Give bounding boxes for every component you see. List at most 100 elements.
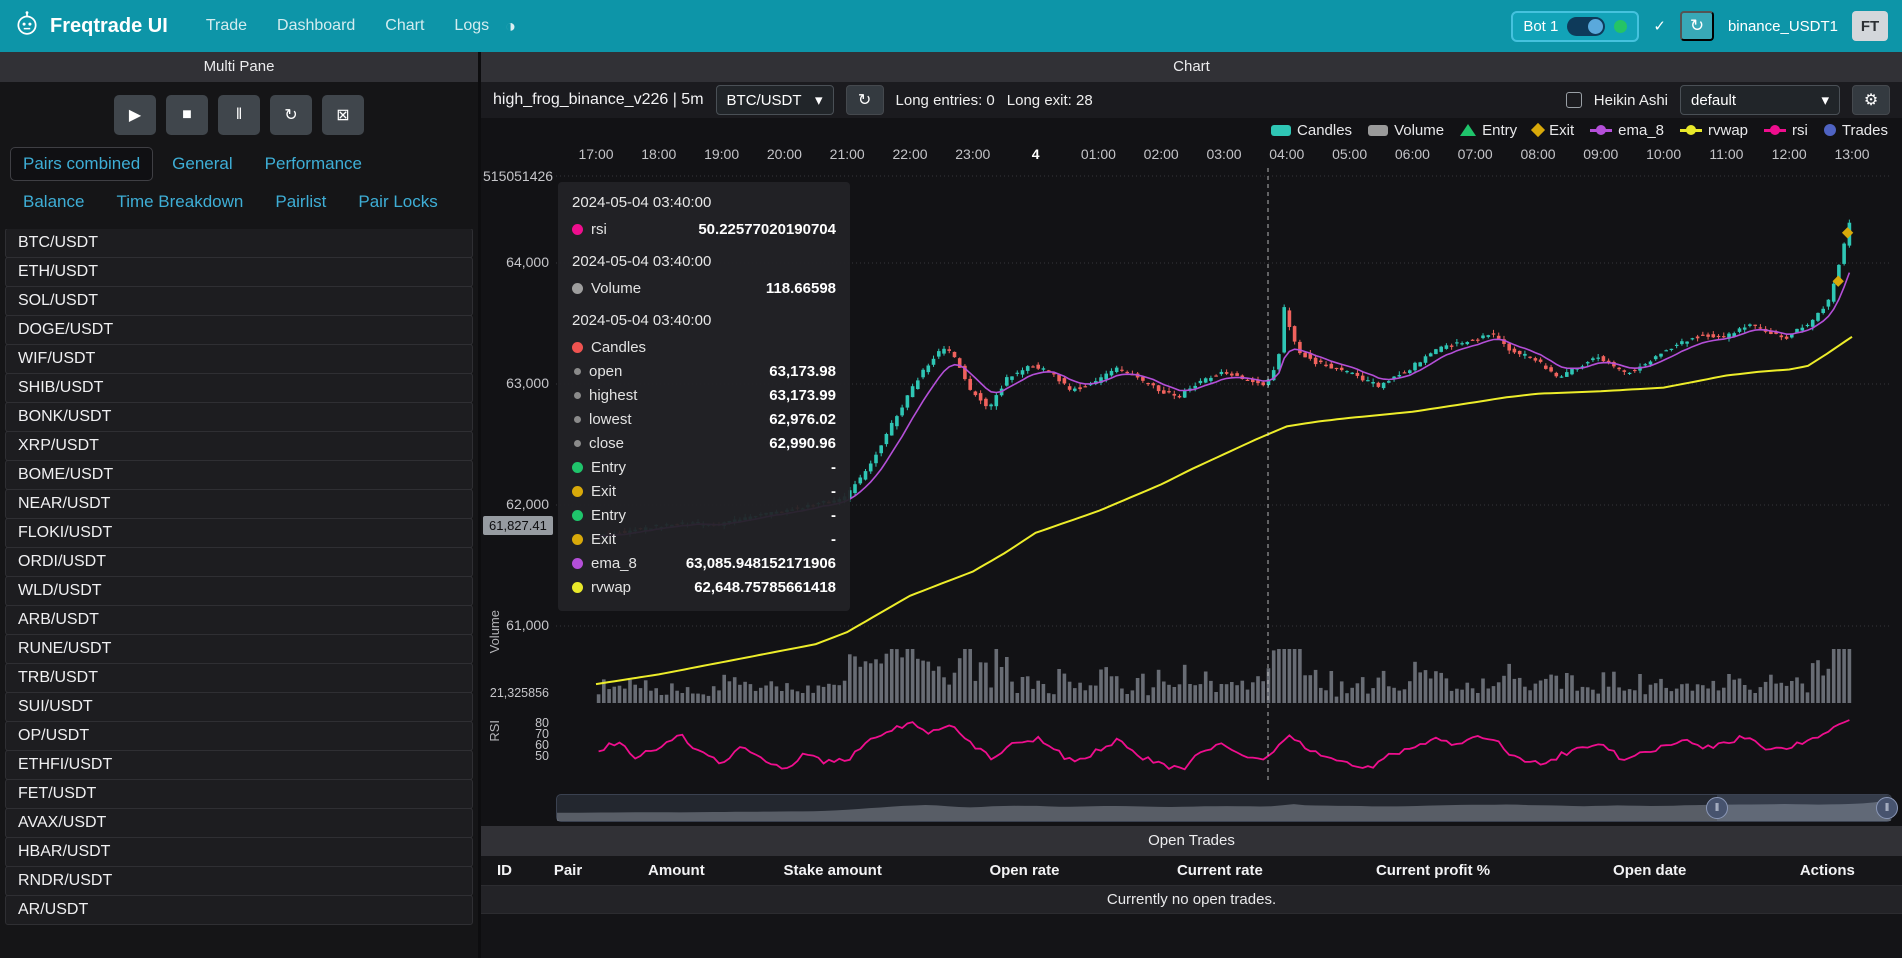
pair-item[interactable]: AVAX/USDT [5, 808, 473, 838]
entry-legend-icon [1460, 124, 1476, 136]
price-tick: 63,000 [483, 375, 549, 391]
nav-link-dashboard[interactable]: Dashboard [277, 17, 355, 35]
tab-general[interactable]: General [159, 147, 245, 181]
pair-item[interactable]: RUNE/USDT [5, 634, 473, 664]
rsi-tick: 50 [483, 749, 549, 763]
pair-item[interactable]: SUI/USDT [5, 692, 473, 722]
nav-link-trade[interactable]: Trade [206, 17, 247, 35]
tooltip-row: Exit- [572, 479, 836, 503]
tooltip-row: ema_863,085.948152171906 [572, 551, 836, 575]
tab-pairlist[interactable]: Pairlist [262, 185, 339, 219]
app-title: Freqtrade UI [50, 15, 168, 38]
pair-item[interactable]: TRB/USDT [5, 663, 473, 693]
reload-config-button[interactable]: ↻ [270, 95, 312, 135]
time-tick: 03:00 [1206, 146, 1241, 162]
navigator-window[interactable] [1717, 795, 1891, 821]
tooltip-series-value: 63,173.98 [769, 363, 836, 380]
time-tick: 02:00 [1144, 146, 1179, 162]
pair-item[interactable]: NEAR/USDT [5, 489, 473, 519]
tab-performance[interactable]: Performance [252, 147, 375, 181]
pair-item[interactable]: ORDI/USDT [5, 547, 473, 577]
main-layout: Multi Pane ▶ ■ ‖ ↻ ⊠ Pairs combinedGener… [0, 52, 1902, 958]
time-tick: 12:00 [1772, 146, 1807, 162]
tooltip-series-label: close [589, 435, 624, 452]
tab-pair-locks[interactable]: Pair Locks [345, 185, 450, 219]
user-avatar[interactable]: FT [1852, 11, 1888, 41]
legend-item-ema_8[interactable]: ema_8 [1590, 122, 1664, 139]
pair-item[interactable]: OP/USDT [5, 721, 473, 751]
legend-item-entry[interactable]: Entry [1460, 122, 1517, 139]
bot-status-dot [1614, 20, 1627, 33]
pair-item[interactable]: RNDR/USDT [5, 866, 473, 896]
series-color-dot [574, 440, 581, 447]
heikin-ashi-checkbox[interactable] [1566, 92, 1582, 108]
rvwap-legend-icon [1680, 129, 1702, 132]
pair-item[interactable]: DOGE/USDT [5, 315, 473, 345]
plot-settings-button[interactable]: ⚙ [1852, 85, 1890, 115]
tooltip-section: 2024-05-04 03:40:00 rsi50.22577020190704 [572, 194, 836, 241]
pair-item[interactable]: BOME/USDT [5, 460, 473, 490]
pair-item[interactable]: WIF/USDT [5, 344, 473, 374]
axis-top-label: 515051426 [483, 168, 553, 184]
legend-item-rsi[interactable]: rsi [1764, 122, 1808, 139]
time-tick: 17:00 [578, 146, 613, 162]
navigator-left-handle[interactable]: ‖ [1706, 797, 1728, 819]
tooltip-series-label: Exit [591, 531, 616, 548]
navigator-right-handle[interactable]: ‖ [1876, 797, 1898, 819]
volume-axis-label: 21,325856 [483, 686, 549, 700]
forget-trades-button[interactable]: ⊠ [322, 95, 364, 135]
tooltip-row: open63,173.98 [572, 359, 836, 383]
play-button[interactable]: ▶ [114, 95, 156, 135]
theme-toggle-icon[interactable]: ◑ [505, 16, 516, 37]
pair-select[interactable]: BTC/USDT ▾ [716, 85, 834, 115]
global-refresh-button[interactable]: ↻ [1680, 11, 1714, 41]
nav-link-chart[interactable]: Chart [385, 17, 424, 35]
pair-item[interactable]: ARB/USDT [5, 605, 473, 635]
legend-item-volume[interactable]: Volume [1368, 122, 1444, 139]
pair-item[interactable]: FLOKI/USDT [5, 518, 473, 548]
chart-body[interactable]: 17:0018:0019:0020:0021:0022:0023:00401:0… [481, 142, 1902, 826]
legend-label: rvwap [1708, 122, 1748, 139]
brand[interactable]: Freqtrade UI [14, 10, 168, 42]
legend-item-rvwap[interactable]: rvwap [1680, 122, 1748, 139]
tooltip-row: rsi50.22577020190704 [572, 217, 836, 241]
tooltip-date: 2024-05-04 03:40:00 [572, 253, 836, 270]
tooltip-date: 2024-05-04 03:40:00 [572, 194, 836, 211]
pause-button[interactable]: ‖ [218, 95, 260, 135]
series-color-dot [572, 462, 583, 473]
long-entries-label: Long entries: 0 [896, 92, 995, 109]
pair-item[interactable]: AR/USDT [5, 895, 473, 925]
legend-item-trades[interactable]: Trades [1824, 122, 1888, 139]
bot-toggle[interactable] [1567, 17, 1605, 36]
legend-item-exit[interactable]: Exit [1533, 122, 1574, 139]
stop-button[interactable]: ■ [166, 95, 208, 135]
tooltip-section: 2024-05-04 03:40:00Volume118.66598 [572, 253, 836, 300]
time-tick: 23:00 [955, 146, 990, 162]
pair-item[interactable]: ETH/USDT [5, 257, 473, 287]
chart-refresh-button[interactable]: ↻ [846, 85, 884, 115]
pair-item[interactable]: HBAR/USDT [5, 837, 473, 867]
pair-item[interactable]: BTC/USDT [5, 229, 473, 258]
bot-selector[interactable]: Bot 1 [1511, 11, 1639, 42]
tooltip-row: Entry- [572, 455, 836, 479]
tab-balance[interactable]: Balance [10, 185, 97, 219]
series-color-dot [572, 558, 583, 569]
pair-item[interactable]: FET/USDT [5, 779, 473, 809]
time-tick: 07:00 [1458, 146, 1493, 162]
trades-legend-icon [1824, 124, 1836, 136]
legend-item-candles[interactable]: Candles [1271, 122, 1352, 139]
pair-item[interactable]: SHIB/USDT [5, 373, 473, 403]
pair-item[interactable]: BONK/USDT [5, 402, 473, 432]
tab-pairs-combined[interactable]: Pairs combined [10, 147, 153, 181]
tooltip-row: highest63,173.99 [572, 383, 836, 407]
pair-item[interactable]: SOL/USDT [5, 286, 473, 316]
tooltip-row: rvwap62,648.75785661418 [572, 575, 836, 599]
multi-pane-panel: Multi Pane ▶ ■ ‖ ↻ ⊠ Pairs combinedGener… [0, 52, 478, 958]
tab-time-breakdown[interactable]: Time Breakdown [103, 185, 256, 219]
pair-item[interactable]: XRP/USDT [5, 431, 473, 461]
pair-item[interactable]: ETHFI/USDT [5, 750, 473, 780]
nav-link-logs[interactable]: Logs [454, 17, 489, 35]
chart-navigator[interactable]: ‖ ‖ [556, 794, 1892, 822]
plot-config-select[interactable]: default ▾ [1680, 85, 1840, 115]
pair-item[interactable]: WLD/USDT [5, 576, 473, 606]
